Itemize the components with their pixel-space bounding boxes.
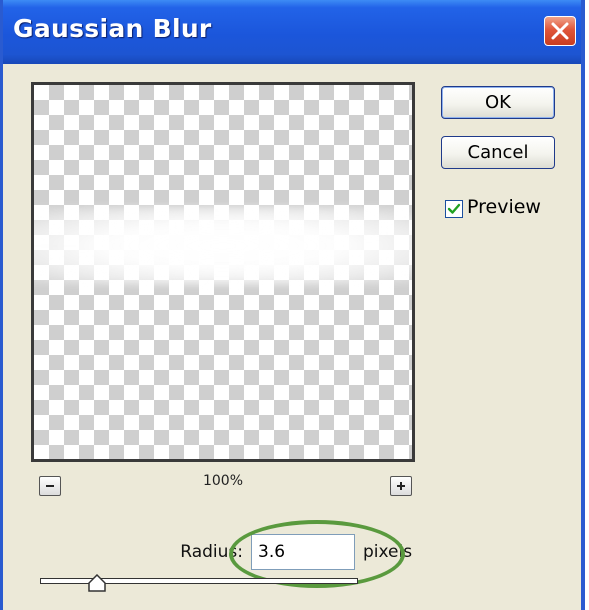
ok-button[interactable]: OK xyxy=(441,86,555,119)
gaussian-blur-dialog: Gaussian Blur 100% OK Cancel Preview Rad… xyxy=(0,0,585,610)
preview-canvas[interactable] xyxy=(31,82,415,462)
close-icon xyxy=(551,22,569,40)
cancel-button[interactable]: Cancel xyxy=(441,136,555,169)
checkmark-icon xyxy=(447,203,461,214)
slider-thumb-icon[interactable] xyxy=(88,574,106,592)
radius-label: Radius: xyxy=(180,542,243,562)
minus-icon xyxy=(46,485,54,487)
title-bar[interactable]: Gaussian Blur xyxy=(3,0,581,64)
radius-unit-label: pixels xyxy=(363,542,413,562)
dialog-title: Gaussian Blur xyxy=(13,14,212,43)
blurred-preview-content xyxy=(34,207,412,285)
preview-checkbox[interactable] xyxy=(445,200,463,218)
radius-input[interactable]: 3.6 xyxy=(251,534,355,570)
preview-label[interactable]: Preview xyxy=(467,196,541,218)
zoom-level: 100% xyxy=(202,473,244,489)
zoom-out-button[interactable] xyxy=(39,476,61,496)
zoom-in-button[interactable] xyxy=(390,476,412,496)
plus-icon xyxy=(397,482,405,490)
dialog-content: 100% OK Cancel Preview Radius: 3.6 pixel… xyxy=(3,64,581,610)
close-button[interactable] xyxy=(544,16,576,46)
